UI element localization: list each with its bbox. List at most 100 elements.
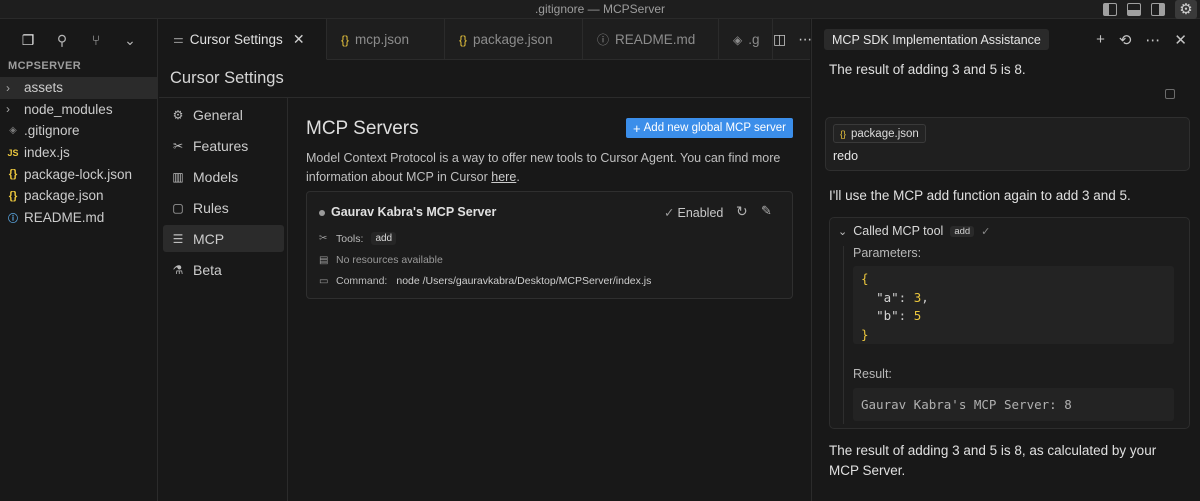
- tool-call-guide: [843, 246, 844, 424]
- tab-label: mcp.json: [355, 32, 410, 47]
- tab-file-icon: ⓘ: [597, 33, 610, 47]
- features-icon: ✂: [172, 138, 184, 153]
- close-icon[interactable]: ✕: [293, 31, 305, 48]
- settings-divider: [288, 97, 810, 98]
- parameters-label: Parameters:: [853, 246, 922, 260]
- tree-item[interactable]: {} package.json: [0, 185, 157, 207]
- tree-item[interactable]: {} package-lock.json: [0, 163, 157, 185]
- tree-item[interactable]: › node_modules: [0, 99, 157, 121]
- add-mcp-server-button[interactable]: + Add new global MCP server: [626, 118, 793, 138]
- final-line-2: MCP Server.: [829, 463, 906, 478]
- assistant-message: The result of adding 3 and 5 is 8.: [829, 62, 1026, 77]
- command-label: Command:: [336, 275, 388, 287]
- models-icon: ▥: [172, 169, 184, 184]
- tools-icon: ✂: [319, 233, 328, 244]
- parameters-code: { "a": 3, "b": 5 }: [853, 266, 1174, 344]
- toggle-primary-sidebar-icon[interactable]: [1103, 3, 1117, 16]
- tree-item-label: node_modules: [24, 101, 113, 117]
- explorer-section-title[interactable]: MCPSERVER: [0, 60, 157, 77]
- mcp-heading: MCP Servers: [306, 118, 419, 139]
- tree-item[interactable]: ◈ .gitignore: [0, 120, 157, 142]
- tab-label: .g: [748, 32, 760, 47]
- chevron-right-icon: ›: [6, 80, 10, 95]
- tab-package-json[interactable]: {} package.json: [445, 19, 583, 60]
- history-icon[interactable]: ⟲: [1119, 31, 1132, 49]
- chevron-down-icon[interactable]: ⌄: [122, 32, 138, 48]
- more-icon[interactable]: ⋯: [1145, 31, 1160, 49]
- settings-nav-label: General: [193, 106, 243, 123]
- user-message-box[interactable]: {} package.json redo: [825, 117, 1190, 171]
- gear-icon[interactable]: ⚙: [1175, 0, 1197, 19]
- settings-nav-models[interactable]: ▥ Models: [163, 163, 284, 190]
- beta-icon: ⚗: [172, 262, 184, 277]
- mcp-docs-link[interactable]: here: [491, 170, 516, 184]
- command-value: node /Users/gauravkabra/Desktop/MCPServe…: [396, 275, 652, 287]
- tree-item[interactable]: ⓘ README.md: [0, 207, 157, 229]
- server-status-dot: [319, 210, 325, 216]
- result-label: Result:: [853, 367, 892, 381]
- tab-label: README.md: [615, 32, 696, 47]
- tab-file-icon: {}: [459, 32, 468, 47]
- tree-item[interactable]: JS index.js: [0, 142, 157, 164]
- server-enabled-toggle[interactable]: ✓ Enabled: [664, 205, 723, 220]
- plus-icon[interactable]: +: [1096, 31, 1105, 48]
- source-control-icon[interactable]: ⑂: [88, 32, 104, 48]
- info-file-icon: ⓘ: [8, 213, 18, 225]
- param-value-a: 3: [913, 289, 922, 305]
- files-icon[interactable]: ❐: [20, 32, 36, 48]
- file-chip-label: package.json: [851, 127, 919, 140]
- assistant-message-final: The result of adding 3 and 5 is 8, as ca…: [829, 441, 1156, 481]
- tool-name-pill: add: [950, 225, 975, 237]
- copy-icon[interactable]: [1165, 89, 1175, 99]
- tab-cursor-settings[interactable]: ⚌ Cursor Settings ✕: [159, 19, 327, 60]
- code-brace: {: [861, 271, 869, 286]
- mcp-icon: ☰: [172, 231, 184, 246]
- chat-actions: + ⟲ ⋯ ✕: [1096, 31, 1200, 49]
- title-bar: .gitignore — MCPServer ⚙: [0, 0, 1200, 19]
- settings-nav-rules[interactable]: ▢ Rules: [163, 194, 284, 221]
- resources-text: No resources available: [336, 254, 443, 266]
- tab-mcp-json[interactable]: {} mcp.json: [327, 19, 445, 60]
- search-icon[interactable]: ⚲: [54, 32, 70, 48]
- file-chip[interactable]: {} package.json: [833, 124, 926, 143]
- tab-file-icon: ⚌: [173, 32, 184, 46]
- refresh-icon[interactable]: ↻: [736, 203, 748, 220]
- tab-readme-md[interactable]: ⓘ README.md: [583, 19, 719, 60]
- tab-label: Cursor Settings: [189, 31, 283, 47]
- chat-tab[interactable]: MCP SDK Implementation Assistance: [824, 29, 1049, 50]
- title-bar-actions: ⚙: [1103, 0, 1200, 19]
- toggle-secondary-sidebar-icon[interactable]: [1151, 3, 1165, 16]
- resources-icon: ▤: [319, 254, 329, 266]
- tool-call-block: ⌄ Called MCP tool add ✓ Parameters: { "a…: [829, 217, 1190, 429]
- close-icon[interactable]: ✕: [1174, 31, 1187, 49]
- tab-label: package.json: [473, 32, 553, 47]
- window-title: .gitignore — MCPServer: [534, 2, 666, 16]
- settings-nav-general[interactable]: ⚙ General: [163, 101, 284, 128]
- settings-nav-label: Beta: [193, 261, 222, 278]
- tree-item-label: assets: [24, 80, 64, 96]
- tab-g[interactable]: ◈ .g: [719, 19, 773, 60]
- assistant-message: I'll use the MCP add function again to a…: [829, 188, 1131, 203]
- param-key-b: "b": [876, 308, 899, 323]
- settings-nav-mcp[interactable]: ☰ MCP: [163, 225, 284, 252]
- tab-file-icon: ◈: [733, 32, 743, 47]
- tree-item[interactable]: › assets: [0, 77, 157, 99]
- settings-nav-beta[interactable]: ⚗ Beta: [163, 256, 284, 283]
- toggle-panel-icon[interactable]: [1127, 3, 1141, 16]
- tab-list: ⚌ Cursor Settings ✕ {} mcp.json {} package.jso…: [159, 19, 773, 60]
- tool-call-header[interactable]: ⌄ Called MCP tool add ✓: [838, 224, 990, 238]
- split-editor-icon[interactable]: ◫: [773, 31, 786, 48]
- server-command-row: ▭ Command: node /Users/gauravkabra/Deskt…: [319, 275, 651, 287]
- check-icon: ✓: [981, 225, 991, 238]
- chevron-right-icon: ›: [6, 102, 10, 117]
- json-file-icon: {}: [8, 168, 18, 181]
- settings-title: Cursor Settings: [170, 69, 284, 87]
- result-code: Gaurav Kabra's MCP Server: 8: [853, 388, 1174, 421]
- mcp-description-text: Model Context Protocol is a way to offer…: [306, 151, 781, 184]
- edit-icon[interactable]: ✎: [761, 203, 772, 219]
- chat-panel: MCP SDK Implementation Assistance + ⟲ ⋯ …: [811, 19, 1200, 501]
- check-icon: ✓: [664, 206, 675, 220]
- settings-nav-label: Features: [193, 137, 249, 154]
- final-line-1: The result of adding 3 and 5 is 8, as ca…: [829, 443, 1157, 458]
- settings-nav-features[interactable]: ✂ Features: [163, 132, 284, 159]
